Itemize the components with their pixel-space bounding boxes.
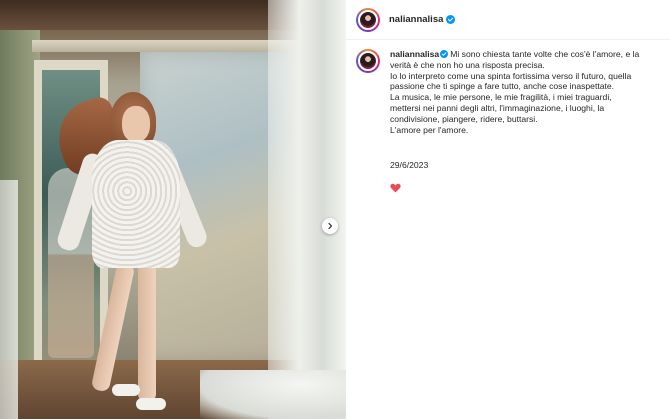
avatar[interactable] — [356, 7, 380, 32]
header-username[interactable]: naliannalisa — [389, 14, 443, 25]
caption-line: passione che ti spinge a fare tutto, anc… — [390, 81, 615, 92]
caption-line-text: Mi sono chiesta tante volte che cos'è l'… — [450, 49, 640, 59]
person-right-shoe — [136, 398, 166, 410]
photo-left-curtain — [0, 180, 18, 419]
person-left-shoe — [112, 384, 140, 396]
post-header: naliannalisa — [346, 0, 670, 40]
post-side-panel: naliannalisa naliannalisa Mi sono chiesta… — [346, 0, 670, 419]
verified-badge-icon — [446, 15, 456, 24]
chevron-right-icon — [328, 222, 333, 230]
caption-avatar[interactable] — [356, 49, 380, 73]
verified-badge-icon — [440, 50, 449, 58]
caption-line: mettersi nei panni degli altri, l'immagi… — [390, 102, 605, 113]
caption-line: verità è che non ho una risposta precisa… — [390, 59, 545, 70]
person-face — [122, 106, 150, 142]
caption-line: condivisione, piangere, ridere, buttarsi… — [390, 113, 538, 124]
caption-avatar-image — [358, 51, 378, 71]
photo-person — [48, 92, 210, 417]
person-dress — [92, 140, 180, 268]
caption-line: La musica, le mie persone, le mie fragil… — [390, 92, 612, 103]
caption-username[interactable]: naliannalisa — [390, 49, 439, 59]
post-date: 29/6/2023 — [390, 160, 429, 170]
person-right-leg — [138, 262, 156, 402]
caption-line: Io lo interpreto come una spinta fortiss… — [390, 70, 632, 81]
heart-icon[interactable] — [390, 183, 401, 193]
caption-text: naliannalisa Mi sono chiesta tante volte … — [390, 49, 662, 135]
caption-line: naliannalisa Mi sono chiesta tante volte … — [390, 49, 662, 60]
person-left-leg — [90, 261, 136, 393]
caption-line: L'amore per l'amore. — [390, 124, 469, 135]
avatar-image — [358, 9, 378, 30]
next-image-button[interactable] — [322, 218, 338, 234]
photo-curtain-drape — [200, 370, 346, 419]
post-caption: naliannalisa Mi sono chiesta tante volte … — [356, 49, 666, 135]
post-photo[interactable] — [0, 0, 346, 419]
photo-beam — [32, 40, 304, 52]
photo-curtain — [268, 0, 346, 419]
